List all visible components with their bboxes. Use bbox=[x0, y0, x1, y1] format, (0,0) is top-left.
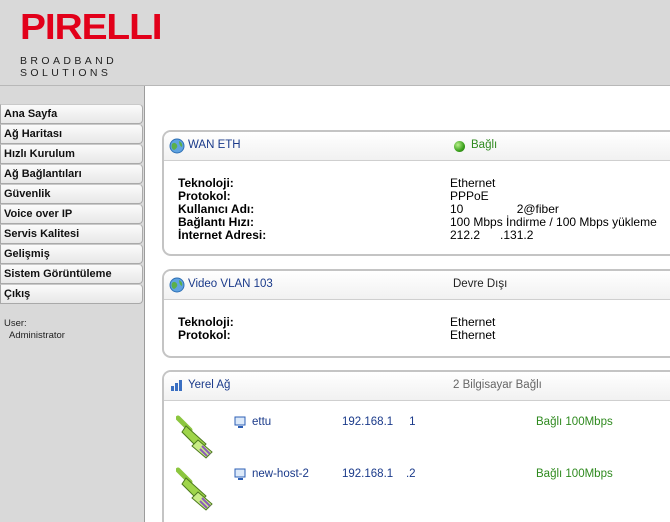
logo-subline-1: BROADBAND bbox=[20, 55, 118, 67]
pirelli-logo[interactable]: PIRELLI BROADBAND SOLUTIONS bbox=[20, 6, 170, 80]
computer-icon bbox=[234, 468, 246, 480]
local-network-card-header[interactable]: Yerel Ağ 2 Bilgisayar Bağlı bbox=[164, 372, 670, 401]
sidebar-item-gelismis[interactable]: Gelişmiş bbox=[0, 244, 143, 264]
wan-eth-status: Bağlı bbox=[471, 139, 498, 151]
ethernet-cable-icon bbox=[176, 467, 213, 511]
video-vlan-title[interactable]: Video VLAN 103 bbox=[188, 278, 273, 290]
logo-wordmark: PIRELLI bbox=[20, 6, 163, 47]
host-name[interactable]: new-host-2 bbox=[252, 468, 309, 480]
sidebar-item-guvenlik[interactable]: Güvenlik bbox=[0, 184, 143, 204]
header: PIRELLI BROADBAND SOLUTIONS bbox=[0, 0, 670, 86]
logo-subline-2: SOLUTIONS bbox=[20, 67, 112, 79]
host-ip: 192.168.1 .2 bbox=[342, 468, 416, 480]
wan-eth-card: WAN ETH Bağlı Teknoloji: Ethernet Protok… bbox=[162, 130, 670, 256]
connected-status-icon bbox=[454, 141, 465, 152]
ethernet-cable-icon bbox=[176, 415, 213, 459]
lan-host-row[interactable]: new-host-2 192.168.1 .2 Bağlı 100Mbps bbox=[164, 466, 670, 514]
video-vlan-card: Video VLAN 103 Devre Dışı Teknoloji: Eth… bbox=[162, 269, 670, 358]
wan-key-internet-address: İnternet Adresi: bbox=[178, 228, 267, 242]
computer-icon bbox=[234, 416, 246, 428]
wan-eth-card-header[interactable]: WAN ETH Bağlı bbox=[164, 132, 670, 161]
wan-eth-title[interactable]: WAN ETH bbox=[188, 139, 241, 151]
sidebar-item-hizli-kurulum[interactable]: Hızlı Kurulum bbox=[0, 144, 143, 164]
sidebar-item-ag-baglantilari[interactable]: Ağ Bağlantıları bbox=[0, 164, 143, 184]
sidebar-item-servis-kalitesi[interactable]: Servis Kalitesi bbox=[0, 224, 143, 244]
sidebar-item-voice-over-ip[interactable]: Voice over IP bbox=[0, 204, 143, 224]
local-network-title[interactable]: Yerel Ağ bbox=[188, 379, 230, 391]
host-ip: 192.168.1 1 bbox=[342, 416, 416, 428]
sidebar-item-sistem-goruntuleme[interactable]: Sistem Görüntüleme bbox=[0, 264, 143, 284]
globe-icon bbox=[169, 277, 185, 293]
video-vlan-card-header[interactable]: Video VLAN 103 Devre Dışı bbox=[164, 271, 670, 300]
sidebar-item-cikis[interactable]: Çıkış bbox=[0, 284, 143, 304]
host-status: Bağlı 100Mbps bbox=[536, 468, 613, 480]
main-content: WAN ETH Bağlı Teknoloji: Ethernet Protok… bbox=[146, 87, 670, 522]
host-name[interactable]: ettu bbox=[252, 416, 271, 428]
local-network-status: 2 Bilgisayar Bağlı bbox=[453, 379, 542, 391]
vlan-value-protocol: Ethernet bbox=[450, 328, 496, 342]
host-status: Bağlı 100Mbps bbox=[536, 416, 613, 428]
user-info: User: Administrator bbox=[4, 318, 65, 342]
local-network-card: Yerel Ağ 2 Bilgisayar Bağlı ettu 192.168… bbox=[162, 370, 670, 522]
video-vlan-status: Devre Dışı bbox=[453, 278, 508, 290]
user-label: User: bbox=[4, 318, 27, 329]
network-icon bbox=[171, 380, 182, 391]
sidebar-nav: Ana Sayfa Ağ Haritası Hızlı Kurulum Ağ B… bbox=[0, 104, 143, 304]
wan-value-internet-address: 212.2 .131.2 bbox=[450, 228, 534, 242]
lan-host-row[interactable]: ettu 192.168.1 1 Bağlı 100Mbps bbox=[164, 414, 670, 462]
sidebar-item-ana-sayfa[interactable]: Ana Sayfa bbox=[0, 104, 143, 124]
globe-icon bbox=[169, 138, 185, 154]
sidebar-item-ag-haritasi[interactable]: Ağ Haritası bbox=[0, 124, 143, 144]
user-name: Administrator bbox=[9, 330, 65, 341]
sidebar: Ana Sayfa Ağ Haritası Hızlı Kurulum Ağ B… bbox=[0, 86, 145, 522]
vlan-key-protocol: Protokol: bbox=[178, 328, 231, 342]
